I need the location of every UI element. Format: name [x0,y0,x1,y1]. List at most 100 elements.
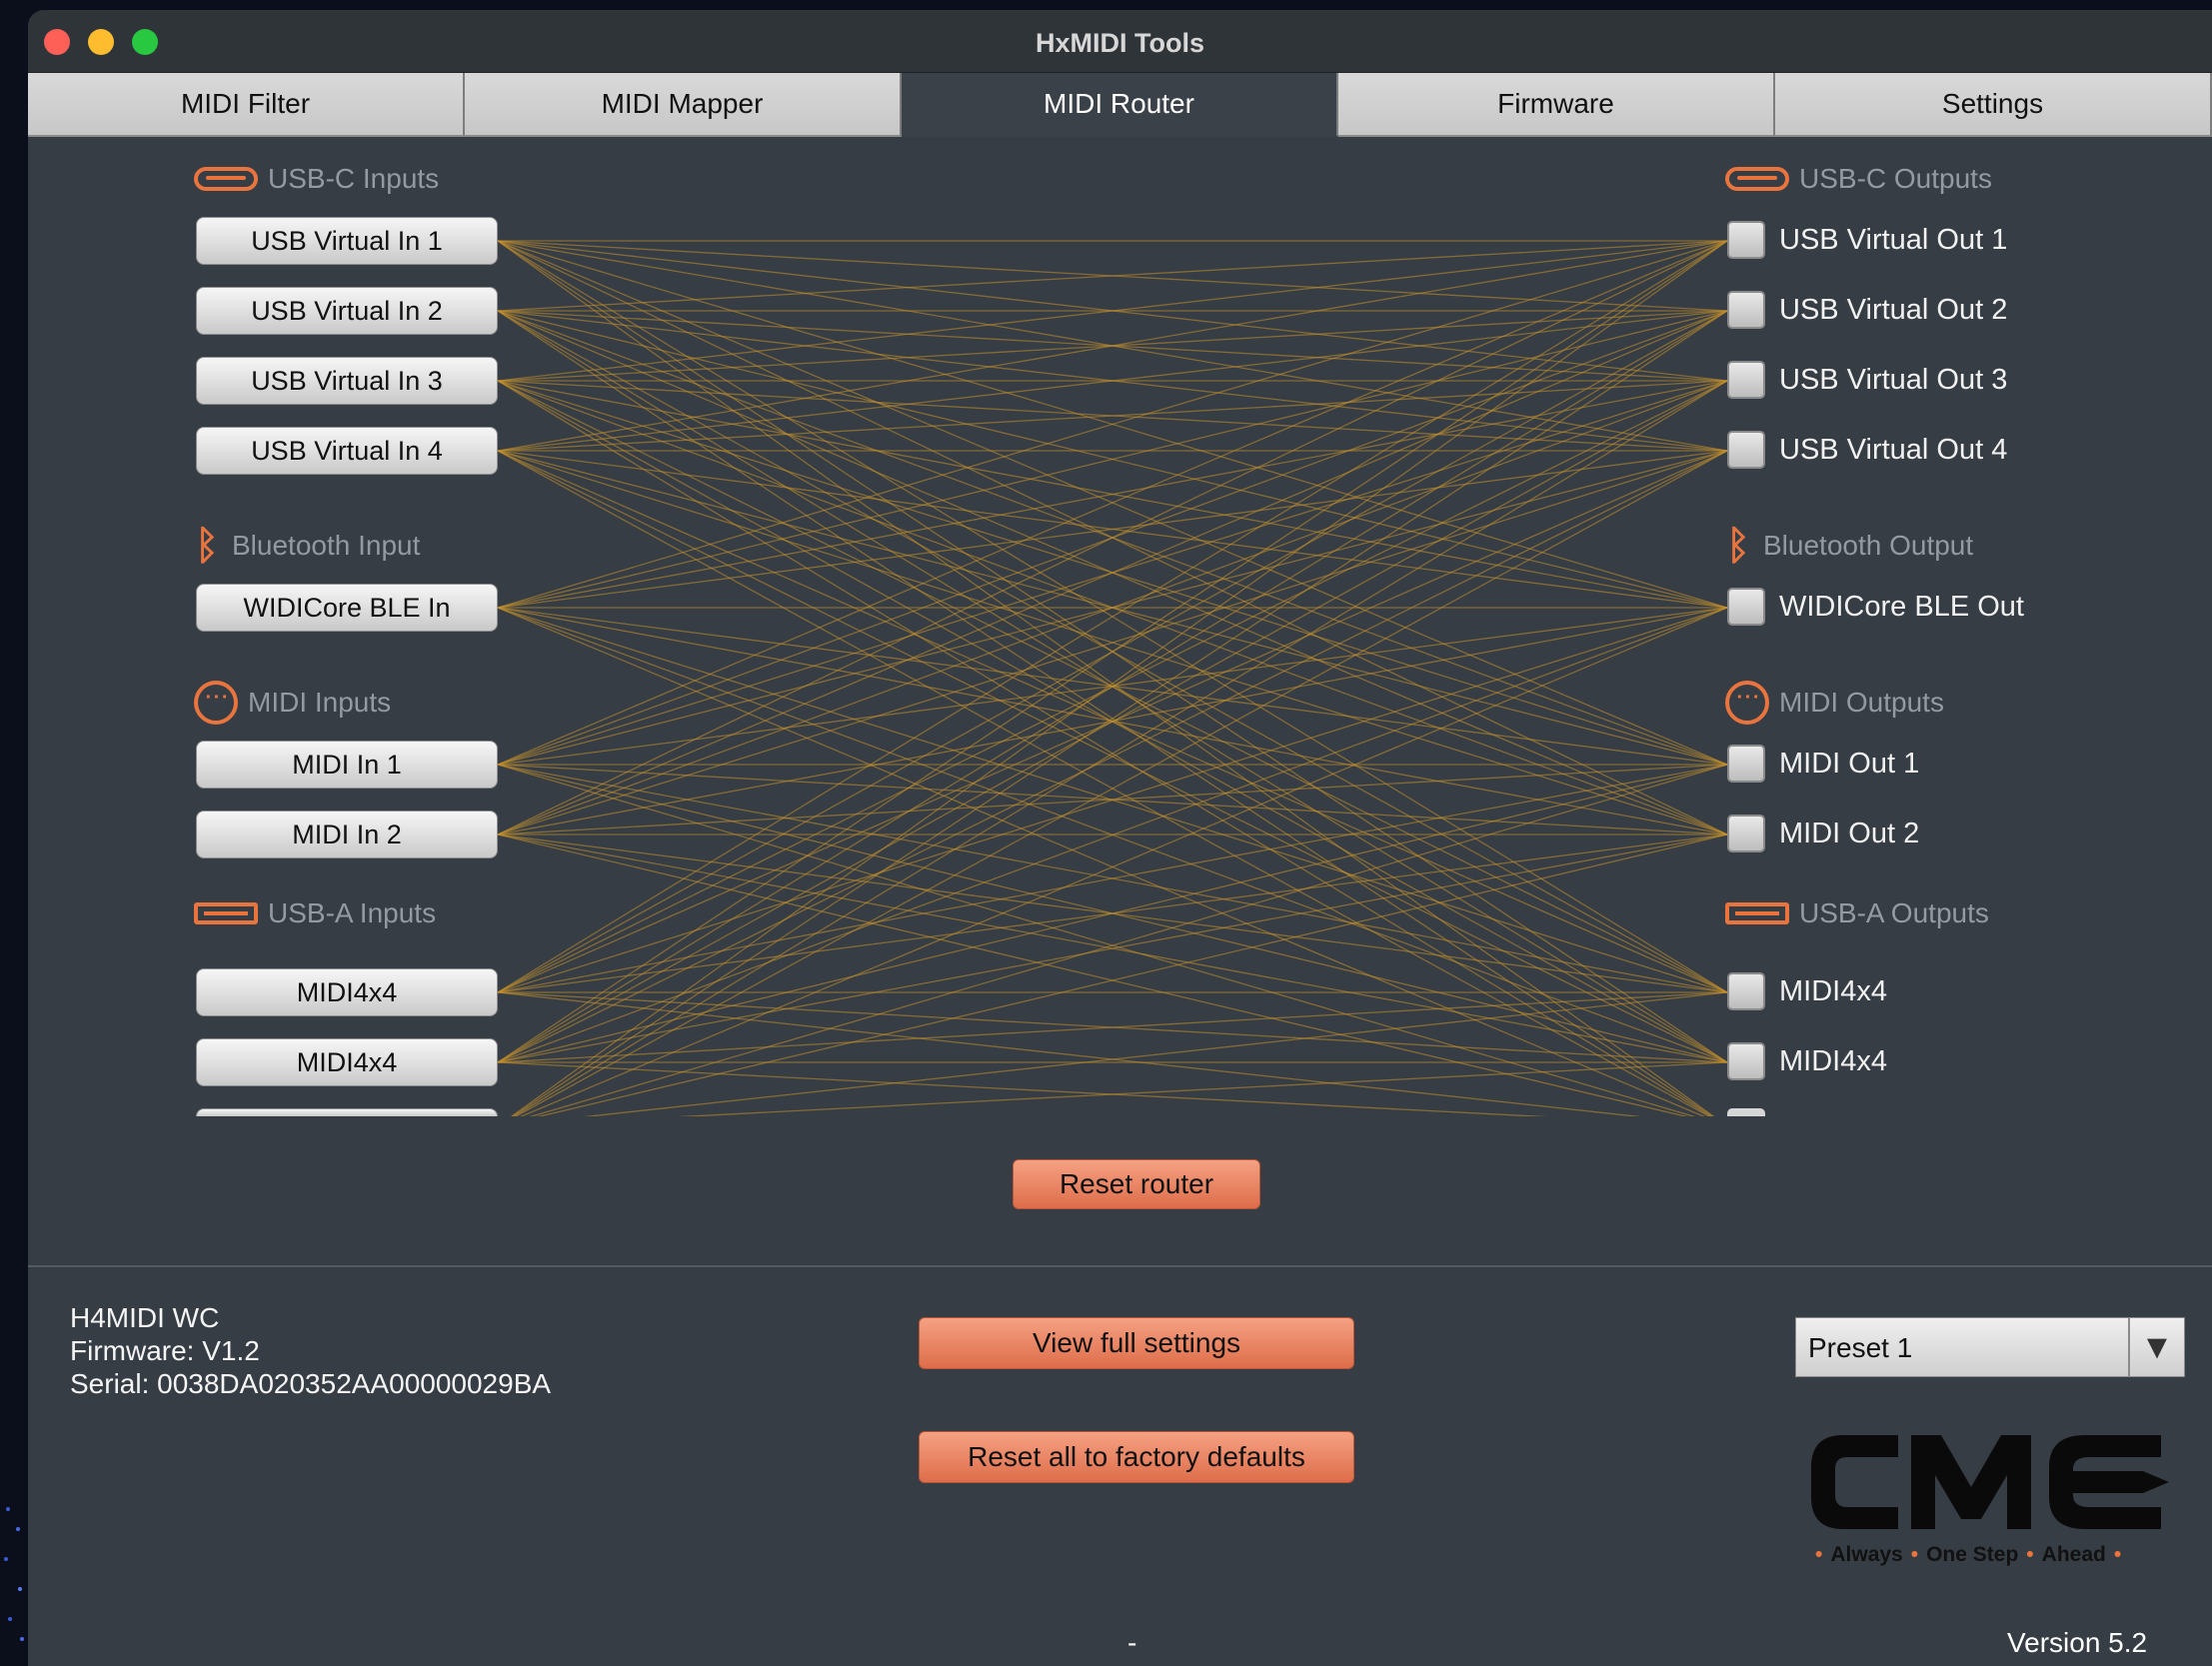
usba-outputs-header: USB-A Outputs [1725,893,1989,933]
midi-din-icon [1725,681,1769,725]
output-midi-out-2[interactable]: MIDI Out 2 [1727,811,1919,856]
tagline-word: Always [1830,1543,1903,1566]
input-midi-in-1[interactable]: MIDI In 1 [196,741,498,789]
output-checkbox[interactable] [1727,221,1765,259]
route-wire [498,765,1727,1116]
app-window: HxMIDI Tools MIDI Filter MIDI Mapper MID… [28,10,2212,1666]
reset-router-button[interactable]: Reset router [1013,1159,1260,1209]
title-bar: HxMIDI Tools [28,10,2212,73]
route-wire [498,992,1727,1116]
tagline-word: Ahead [2041,1543,2106,1566]
route-wire [498,241,1727,1116]
output-label: USB Virtual Out 3 [1779,363,2008,396]
input-usb-virtual-in-3[interactable]: USB Virtual In 3 [196,357,498,405]
usb-c-icon [194,167,258,191]
output-label: MIDI Out 2 [1779,817,1920,849]
usbc-inputs-label: USB-C Inputs [268,163,440,194]
input-widicore-ble-in[interactable]: WIDICore BLE In [196,584,498,632]
device-name: H4MIDI WC [70,1302,220,1333]
output-checkbox[interactable] [1727,745,1765,783]
bluetooth-input-header: ᛒ Bluetooth Input [192,523,421,568]
output-label: MIDI4x4 [1779,1044,1887,1077]
midi-din-icon [194,681,238,725]
output-usb-virtual-out-1[interactable]: USB Virtual Out 1 [1727,217,2007,263]
route-wire [498,451,1727,1116]
cme-logo [1811,1435,2169,1529]
output-midi4x4-1[interactable]: MIDI4x4 [1727,968,1887,1014]
tab-midi-filter[interactable]: MIDI Filter [28,73,465,137]
footer-center-text: - [1127,1627,1137,1658]
usba-inputs-header: USB-A Inputs [194,893,436,933]
tab-midi-mapper[interactable]: MIDI Mapper [465,73,902,137]
output-checkbox[interactable] [1727,291,1765,329]
preset-select[interactable]: Preset 1 ▼ [1795,1317,2185,1377]
tagline-word: Step [1972,1543,2019,1566]
output-midi-out-1[interactable]: MIDI Out 1 [1727,741,1919,787]
reset-factory-defaults-button[interactable]: Reset all to factory defaults [919,1431,1354,1483]
output-checkbox[interactable] [1727,972,1765,1010]
view-full-settings-button[interactable]: View full settings [919,1317,1354,1369]
preset-value: Preset 1 [1808,1332,1913,1363]
route-wire [498,834,1727,1116]
route-wire [498,381,1727,1116]
midi-inputs-header: MIDI Inputs [194,681,392,725]
input-usb-virtual-in-2[interactable]: USB Virtual In 2 [196,287,498,335]
output-midi4x4-2[interactable]: MIDI4x4 [1727,1038,1887,1084]
output-partial-next[interactable] [1727,1108,1765,1116]
output-widicore-ble-out[interactable]: WIDICore BLE Out [1727,584,2024,630]
cme-tagline: • Always • One Step • Ahead • [1815,1543,2122,1566]
bluetooth-icon: ᛒ [195,523,219,568]
usb-a-icon [194,902,258,924]
window-title: HxMIDI Tools [1035,28,1204,58]
usbc-inputs-header: USB-C Inputs [194,159,439,199]
input-partial-next[interactable] [196,1108,498,1116]
device-info: H4MIDI WC Firmware: V1.2 Serial: 0038DA0… [70,1301,551,1400]
input-midi4x4-2[interactable]: MIDI4x4 [196,1038,498,1086]
route-wire [498,834,1727,1116]
route-wire [498,1062,1727,1116]
usb-a-icon [1725,902,1789,924]
device-firmware: Firmware: V1.2 [70,1335,260,1366]
input-usb-virtual-in-4[interactable]: USB Virtual In 4 [196,427,498,475]
usba-inputs-label: USB-A Inputs [268,897,437,928]
output-usb-virtual-out-3[interactable]: USB Virtual Out 3 [1727,357,2007,403]
route-wire [498,992,1727,1116]
output-checkbox[interactable] [1727,361,1765,399]
tab-midi-router[interactable]: MIDI Router [902,73,1338,137]
device-serial: Serial: 0038DA020352AA00000029BA [70,1368,552,1399]
bluetooth-output-header: ᛒ Bluetooth Output [1723,523,1974,568]
bluetooth-input-label: Bluetooth Input [232,530,421,561]
output-checkbox[interactable] [1727,1042,1765,1080]
input-midi-in-2[interactable]: MIDI In 2 [196,811,498,858]
chevron-down-icon[interactable]: ▼ [2128,1318,2184,1376]
router-matrix: USB-C Inputs USB Virtual In 1 USB Virtua… [28,137,2212,1116]
tab-settings[interactable]: Settings [1775,73,2212,137]
usbc-outputs-header: USB-C Outputs [1725,159,1992,199]
tagline-word: One [1926,1543,1967,1566]
output-usb-virtual-out-4[interactable]: USB Virtual Out 4 [1727,427,2007,473]
output-label: MIDI Out 1 [1779,747,1920,780]
tab-bar: MIDI Filter MIDI Mapper MIDI Router Firm… [28,73,2212,137]
usbc-outputs-label: USB-C Outputs [1799,163,1992,194]
tab-firmware[interactable]: Firmware [1338,73,1775,137]
divider [28,1265,2212,1267]
output-label: USB Virtual Out 4 [1779,433,2008,466]
input-usb-virtual-in-1[interactable]: USB Virtual In 1 [196,217,498,265]
midi-inputs-label: MIDI Inputs [248,687,392,718]
output-usb-virtual-out-2[interactable]: USB Virtual Out 2 [1727,287,2007,333]
output-checkbox[interactable] [1727,588,1765,626]
output-checkbox[interactable] [1727,431,1765,469]
midi-outputs-label: MIDI Outputs [1779,687,1944,718]
output-label: WIDICore BLE Out [1779,590,2024,623]
output-label: MIDI4x4 [1779,974,1887,1007]
bluetooth-icon: ᛒ [1726,523,1750,568]
route-wire [498,451,1727,1116]
usba-outputs-label: USB-A Outputs [1799,897,1989,928]
usb-c-icon [1725,167,1789,191]
route-wire [498,311,1727,1116]
output-checkbox[interactable] [1727,815,1765,852]
input-midi4x4-1[interactable]: MIDI4x4 [196,968,498,1016]
bluetooth-output-label: Bluetooth Output [1763,530,1974,561]
route-wire [498,1062,1727,1116]
midi-outputs-header: MIDI Outputs [1725,681,1944,725]
